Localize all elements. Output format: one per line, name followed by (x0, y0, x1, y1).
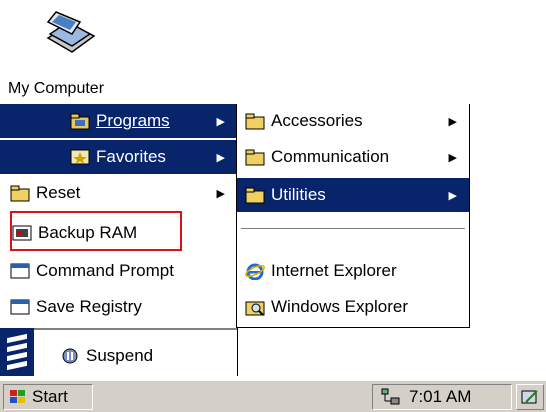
menu-item-communication[interactable]: Communication ▶ (237, 140, 469, 174)
folder-icon (245, 148, 265, 166)
menu-item-utilities-label: Utilities (271, 185, 326, 204)
menu-item-favorites-label: Favorites (96, 147, 166, 166)
start-button-label: Start (32, 387, 68, 406)
chevron-right-icon: ▶ (216, 115, 225, 128)
my-computer-label: My Computer (8, 80, 105, 97)
folder-icon (245, 186, 265, 204)
taskbar: Start 7:01 AM (0, 380, 546, 412)
menu-item-windows-explorer-label: Windows Explorer (271, 297, 408, 316)
programs-submenu: Accessories ▶ Communication ▶ Utilities … (236, 104, 470, 328)
menu-item-communication-label: Communication (271, 147, 390, 166)
menu-item-command-prompt-label: Command Prompt (36, 261, 174, 280)
internet-explorer-icon (245, 262, 265, 280)
favorites-icon (70, 148, 90, 166)
chevron-right-icon: ▶ (216, 187, 225, 200)
menu-item-command-prompt[interactable]: Command Prompt (0, 254, 237, 288)
network-icon[interactable] (379, 387, 401, 407)
desktop-icon (520, 388, 540, 406)
start-button[interactable]: Start (3, 384, 93, 410)
folder-icon (245, 112, 265, 130)
folder-icon (10, 184, 30, 202)
chevron-right-icon: ▶ (448, 115, 457, 128)
chevron-right-icon: ▶ (448, 189, 457, 202)
clock[interactable]: 7:01 AM (409, 387, 471, 407)
highlight-box (10, 211, 182, 251)
programs-folder-icon (70, 112, 90, 130)
menu-item-utilities[interactable]: Utilities ▶ (237, 178, 469, 212)
menu-item-programs-label: Programs (96, 111, 170, 130)
menu-item-favorites[interactable]: Favorites ▶ (0, 140, 237, 174)
menu-item-save-registry[interactable]: Save Registry (0, 290, 237, 324)
menu-item-save-registry-label: Save Registry (36, 297, 142, 316)
menu-item-internet-explorer[interactable]: Internet Explorer (237, 254, 469, 288)
menu-divider (241, 228, 465, 229)
menu-item-internet-explorer-label: Internet Explorer (271, 261, 397, 280)
menu-item-reset-label: Reset (36, 183, 81, 202)
menu-item-accessories-label: Accessories (271, 111, 363, 130)
suspend-icon (60, 347, 80, 365)
menu-divider (34, 328, 237, 331)
windows-explorer-icon (245, 298, 265, 316)
my-computer-icon[interactable] (42, 8, 98, 56)
chevron-right-icon: ▶ (216, 151, 225, 164)
menu-item-accessories[interactable]: Accessories ▶ (237, 104, 469, 138)
menu-item-windows-explorer[interactable]: Windows Explorer (237, 290, 469, 324)
menu-item-programs[interactable]: Programs ▶ (0, 104, 237, 138)
windows-logo-icon (8, 388, 28, 406)
command-prompt-icon (10, 262, 30, 280)
menu-item-suspend[interactable]: Suspend (0, 338, 237, 374)
menu-item-reset[interactable]: Reset ▶ (0, 176, 237, 210)
chevron-right-icon: ▶ (448, 151, 457, 164)
save-registry-icon (10, 298, 30, 316)
menu-item-suspend-label: Suspend (86, 346, 154, 365)
show-desktop-button[interactable] (516, 384, 544, 410)
system-tray: 7:01 AM (372, 384, 512, 410)
